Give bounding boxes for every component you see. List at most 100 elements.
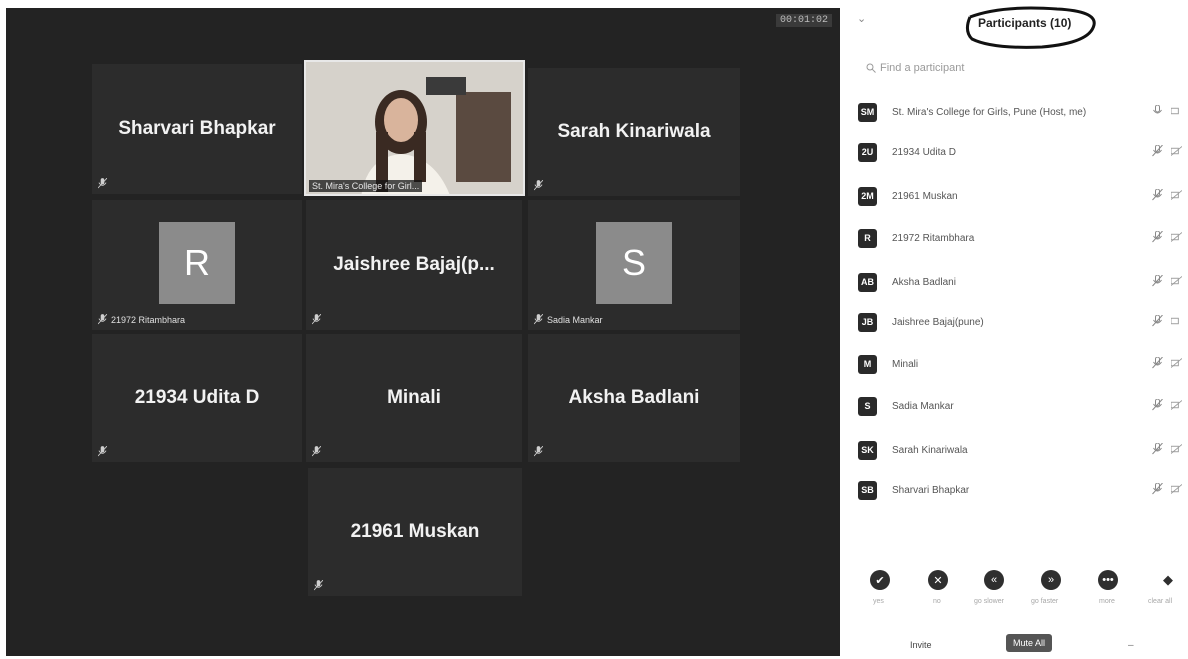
muted-mic-icon [1152, 231, 1163, 243]
participant-status [1152, 145, 1182, 157]
participant-status [1152, 231, 1182, 243]
participant-row[interactable]: SM St. Mira's College for Girls, Pune (H… [858, 100, 1188, 124]
participant-row[interactable]: 2M 21961 Muskan [858, 184, 1188, 208]
muted-mic-icon [534, 446, 543, 457]
tile-label: 21972 Ritambhara [111, 314, 186, 325]
participant-row[interactable]: R 21972 Ritambhara [858, 226, 1188, 250]
avatar: 2U [858, 142, 877, 162]
muted-mic-icon [534, 314, 543, 325]
muted-mic-icon [1152, 357, 1163, 369]
video-tile-sadia[interactable]: S Sadia Mankar [528, 200, 740, 330]
reaction-label: yes [873, 598, 884, 605]
participant-status [1152, 105, 1182, 117]
participant-name: 21972 Ritambhara [892, 232, 975, 244]
host-video-image [306, 62, 523, 194]
video-off-icon [1171, 276, 1182, 286]
tile-mic-status: Sadia Mankar [534, 314, 603, 325]
video-tile-sharvari[interactable]: Sharvari Bhapkar [92, 64, 302, 194]
muted-mic-icon [1152, 483, 1163, 495]
tile-name: 21961 Muskan [350, 521, 480, 542]
reaction-label: more [1099, 598, 1115, 605]
video-off-icon [1171, 484, 1182, 494]
chevron-down-icon[interactable]: ⌄ [857, 12, 866, 25]
x-icon[interactable]: ✕ [928, 570, 948, 590]
muted-mic-icon [1152, 315, 1163, 327]
video-tile-host[interactable]: St. Mira's College for Girl... [304, 60, 525, 196]
tile-mic-status: 21972 Ritambhara [98, 314, 185, 325]
muted-mic-icon [1152, 189, 1163, 201]
participant-row[interactable]: SB Sharvari Bhapkar [858, 478, 1188, 502]
video-tile-muskan[interactable]: 21961 Muskan [308, 468, 522, 596]
video-icon [1171, 107, 1179, 115]
search-input[interactable]: Find a participant [866, 62, 964, 74]
video-tile-sarah[interactable]: Sarah Kinariwala [528, 68, 740, 196]
video-tile-jaishree[interactable]: Jaishree Bajaj(p... [306, 200, 522, 330]
muted-mic-icon [98, 314, 107, 325]
panel-title: Participants (10) [978, 16, 1072, 30]
muted-mic-icon [312, 446, 321, 457]
video-off-icon [1171, 358, 1182, 368]
video-tile-ritambhara[interactable]: R 21972 Ritambhara [92, 200, 302, 330]
host-video-feed [306, 62, 523, 194]
reaction-label: go slower [974, 598, 1004, 605]
tile-name: 21934 Udita D [134, 387, 260, 408]
invite-button[interactable]: Invite [910, 640, 932, 650]
avatar: M [858, 354, 877, 374]
tile-name: Sarah Kinariwala [557, 121, 711, 142]
diamond-icon[interactable]: ◆ [1158, 570, 1178, 590]
mic-icon [1153, 105, 1162, 114]
meeting-timer: 00:01:02 [775, 14, 832, 27]
search-placeholder: Find a participant [880, 62, 965, 74]
video-grid: 00:01:02 Sharvari Bhapkar St. Mira's Col… [6, 8, 840, 656]
video-off-icon [1171, 232, 1182, 242]
participant-row[interactable]: 2U 21934 Udita D [858, 140, 1188, 164]
avatar: R [858, 228, 877, 248]
avatar: SK [858, 440, 877, 460]
participant-status [1152, 275, 1182, 287]
tile-label: Sadia Mankar [547, 314, 603, 325]
muted-mic-icon [534, 180, 543, 191]
participant-name: Sharvari Bhapkar [892, 484, 970, 496]
video-off-icon [1171, 146, 1182, 156]
participant-row[interactable]: JB Jaishree Bajaj(pune) [858, 310, 1188, 334]
mute-all-button[interactable]: Mute All [1006, 634, 1053, 652]
participant-name: Aksha Badlani [892, 276, 956, 288]
fast-forward-icon[interactable]: » [1041, 570, 1061, 590]
video-off-icon [1171, 190, 1182, 200]
tile-name: Jaishree Bajaj(p... [333, 254, 495, 275]
zoom-window: 00:01:02 Sharvari Bhapkar St. Mira's Col… [0, 0, 1188, 659]
avatar: SM [858, 102, 877, 122]
check-icon[interactable]: ✔ [870, 570, 890, 590]
participant-status [1152, 483, 1182, 495]
participant-row[interactable]: AB Aksha Badlani [858, 270, 1188, 294]
participant-row[interactable]: S Sadia Mankar [858, 394, 1188, 418]
avatar: JB [858, 312, 877, 332]
reaction-label: go faster [1031, 598, 1059, 605]
avatar: S [596, 222, 672, 304]
participant-name: Sarah Kinariwala [892, 444, 968, 456]
participant-name: Sadia Mankar [892, 400, 954, 412]
more-icon[interactable]: ••• [1098, 570, 1118, 590]
reaction-label: clear all [1148, 598, 1173, 605]
avatar: SB [858, 480, 877, 500]
avatar: AB [858, 272, 877, 292]
avatar: R [159, 222, 235, 304]
more-options-icon[interactable]: – [1128, 640, 1134, 651]
video-tile-udita[interactable]: 21934 Udita D [92, 334, 302, 462]
avatar: 2M [858, 186, 877, 206]
tile-name: Sharvari Bhapkar [118, 118, 276, 139]
muted-mic-icon [1152, 275, 1163, 287]
muted-mic-icon [314, 580, 323, 591]
video-tile-minali[interactable]: Minali [306, 334, 522, 462]
participant-status [1152, 315, 1182, 327]
rewind-icon[interactable]: « [984, 570, 1004, 590]
participant-row[interactable]: SK Sarah Kinariwala [858, 438, 1188, 462]
reaction-label: no [933, 598, 941, 605]
muted-mic-icon [1152, 443, 1163, 455]
host-tile-label: St. Mira's College for Girl... [309, 180, 423, 192]
participant-row[interactable]: M Minali [858, 352, 1188, 376]
search-icon [866, 63, 876, 73]
video-tile-aksha[interactable]: Aksha Badlani [528, 334, 740, 462]
participant-name: 21934 Udita D [892, 146, 956, 158]
muted-mic-icon [1152, 399, 1163, 411]
